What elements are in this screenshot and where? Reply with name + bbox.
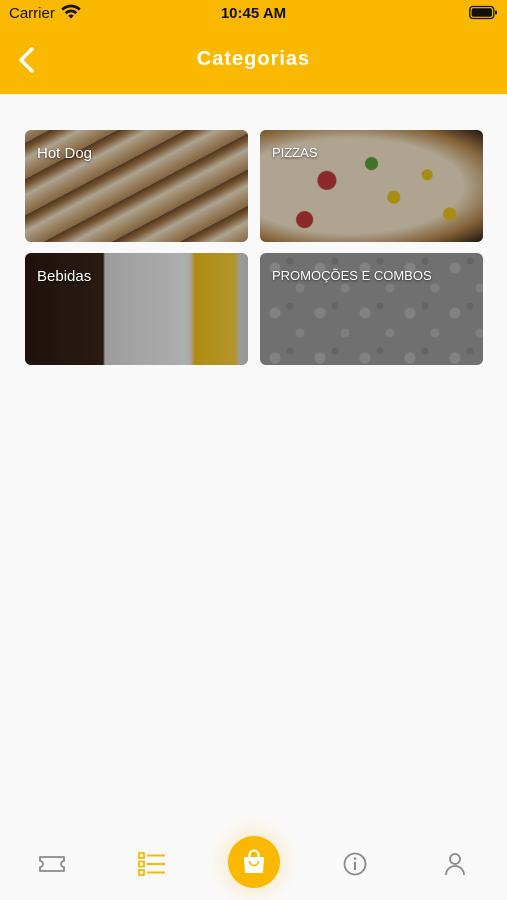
list-icon xyxy=(138,852,165,876)
nav-header: Categorias xyxy=(0,30,507,94)
status-bar: Carrier 10:45 AM xyxy=(0,0,507,30)
ticket-icon xyxy=(39,856,65,872)
user-icon xyxy=(445,853,465,876)
category-card-promocoes[interactable]: PROMOÇÕES E COMBOS xyxy=(260,253,483,365)
category-label: PROMOÇÕES E COMBOS xyxy=(272,268,432,283)
screen: Carrier 10:45 AM Categorias Hot Dog PIZZ… xyxy=(0,0,507,900)
tab-categories[interactable] xyxy=(136,848,168,880)
category-label: Bebidas xyxy=(37,268,92,285)
battery-icon xyxy=(469,5,498,20)
category-label: PIZZAS xyxy=(272,145,318,160)
top-bar: Carrier 10:45 AM Categorias xyxy=(0,0,507,94)
category-card-pizzas[interactable]: PIZZAS xyxy=(260,130,483,242)
info-icon xyxy=(343,852,367,876)
tab-info[interactable] xyxy=(339,848,371,880)
tab-tickets[interactable] xyxy=(36,848,68,880)
tab-profile[interactable] xyxy=(439,848,471,880)
page-title: Categorias xyxy=(196,48,311,70)
category-card-hot-dog[interactable]: Hot Dog xyxy=(25,130,248,242)
category-label: Hot Dog xyxy=(37,145,93,162)
clock: 10:45 AM xyxy=(220,5,287,22)
category-card-bebidas[interactable]: Bebidas xyxy=(25,253,248,365)
cart-button[interactable] xyxy=(228,836,280,888)
shopping-bag-icon xyxy=(244,849,264,873)
